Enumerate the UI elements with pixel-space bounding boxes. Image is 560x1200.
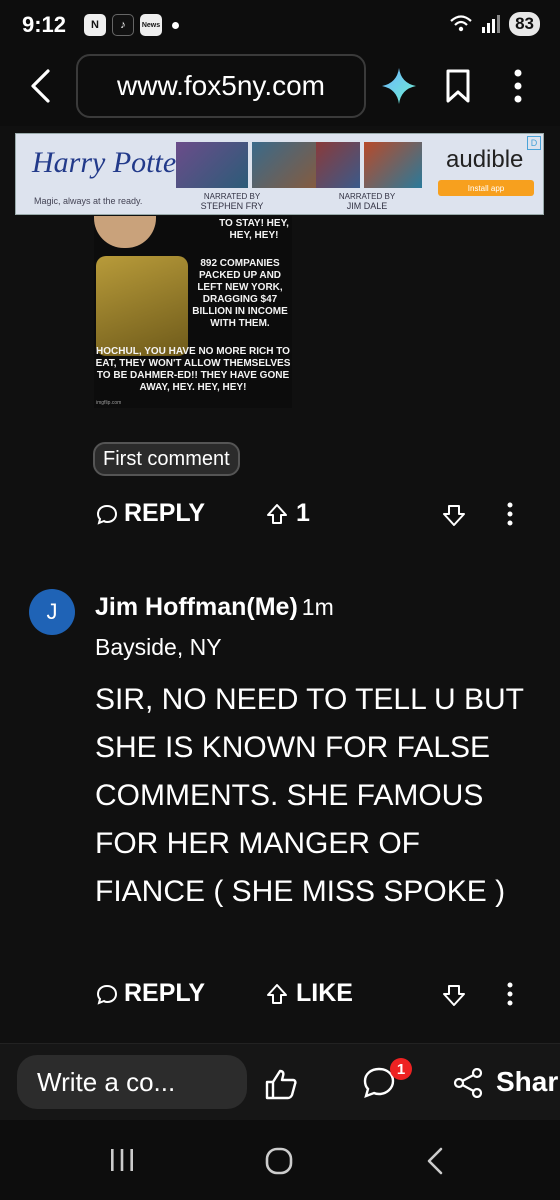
first-comment-badge: First comment [93,442,240,476]
news-app-icon: N [84,14,106,36]
ad-book-covers-right-2 [364,142,422,188]
ad-tagline: Magic, always at the ready. [34,196,143,206]
adchoices-icon[interactable]: D [527,136,541,150]
reply-button[interactable]: REPLY [96,979,205,1008]
ad-book-covers-left [176,142,248,188]
recent-apps-icon[interactable] [108,1146,136,1174]
more-options-icon[interactable] [512,68,524,104]
reply-button[interactable]: REPLY [96,499,205,528]
system-nav-bar [0,1120,560,1200]
meme-watermark: imgflip.com [96,400,122,406]
battery-level: 83 [509,12,540,36]
comment-timestamp: 1m [301,594,334,620]
downvote-arrow-icon[interactable] [442,983,466,1007]
notification-dot [172,21,179,29]
ad-brand: Harry Potter [32,146,188,179]
share-icon[interactable] [452,1068,484,1098]
browser-toolbar: www.fox5ny.com [0,52,560,126]
reply-bubble-icon [96,504,118,525]
ai-sparkle-icon[interactable] [380,66,418,106]
status-time: 9:12 [22,12,67,37]
upvote-button[interactable]: 1 [266,499,310,528]
meme-face-top [94,216,156,248]
comment-actions-2: REPLY LIKE [96,975,536,1015]
url-bar[interactable]: www.fox5ny.com [76,54,366,118]
tiktok-icon: ♪ [112,14,134,36]
comment-toolbar: Write a co... 1 Shar [0,1043,560,1120]
avatar[interactable]: J [29,589,75,635]
comment-author[interactable]: Jim Hoffman(Me) 1m [95,593,334,622]
share-button[interactable]: Shar [496,1066,558,1098]
system-back-icon[interactable] [424,1146,446,1176]
wifi-icon [450,15,472,32]
like-button[interactable]: LIKE [266,979,353,1008]
downvote-arrow-icon[interactable] [442,503,466,527]
write-comment-input[interactable]: Write a co... [17,1055,247,1109]
meme-text-bottom: HOCHUL, YOU HAVE NO MORE RICH TO EAT, TH… [95,346,291,393]
meme-face-middle [96,256,188,356]
ad-narrator-1: STEPHEN FRY [200,201,264,211]
ad-install-button[interactable]: Install app [438,180,534,196]
bookmark-icon[interactable] [444,68,472,104]
ad-narrator-2: JIM DALE [346,201,388,211]
status-bar: 9:12 N ♪ News 83 [0,0,560,52]
comment-more-icon[interactable] [506,501,514,527]
meme-text-middle: 892 COMPANIES PACKED UP AND LEFT NEW YOR… [192,258,288,329]
comment-meme-image: TO STAY! HEY, HEY, HEY! 892 COMPANIES PA… [94,216,292,408]
ad-book-covers-right [316,142,360,188]
comment-actions-1: REPLY 1 [96,495,536,535]
ad-banner[interactable]: Harry Potter Magic, always at the ready.… [15,133,544,215]
ad-book-covers-left-2 [252,142,324,188]
comment-location: Bayside, NY [95,634,222,660]
thumbs-up-icon[interactable] [264,1068,298,1100]
upvote-arrow-icon [267,983,287,1004]
upvote-arrow-icon [267,503,287,524]
signal-icon [482,15,501,33]
upvote-count: 1 [296,499,310,527]
ad-audible-logo: audible [446,146,524,173]
comment-more-icon[interactable] [506,981,514,1007]
back-arrow-icon[interactable] [28,68,54,104]
reply-bubble-icon [96,984,118,1005]
comment-text: SIR, NO NEED TO TELL U BUT SHE IS KNOWN … [95,683,524,908]
news-icon: News [140,14,162,36]
home-icon[interactable] [264,1146,294,1176]
meme-text-top: TO STAY! HEY, HEY, HEY! [219,218,289,241]
comment-count-badge: 1 [390,1058,412,1080]
